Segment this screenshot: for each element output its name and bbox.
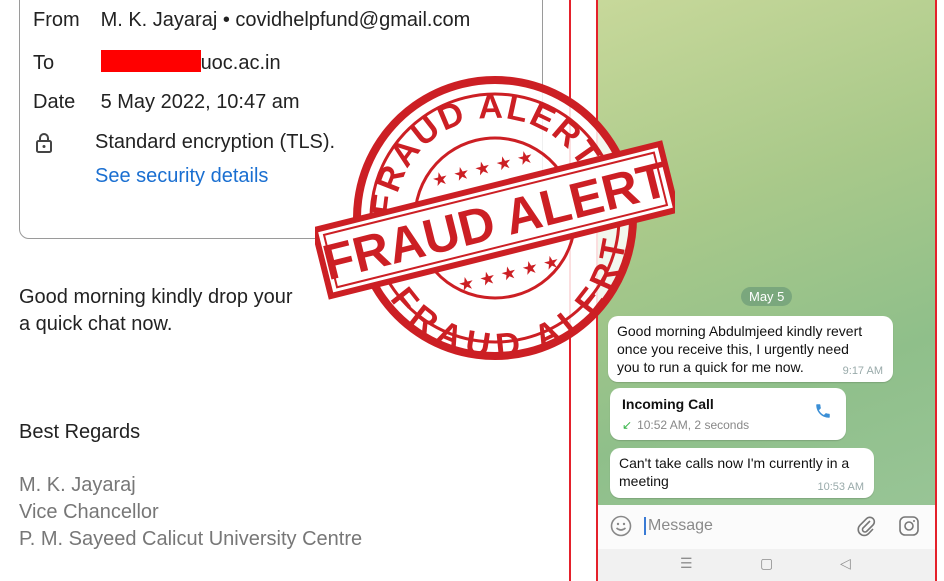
emoji-icon[interactable]	[610, 515, 632, 537]
from-value[interactable]: M. K. Jayaraj • covidhelpfund@gmail.com	[101, 9, 471, 31]
redaction-block	[100, 50, 201, 72]
lock-icon	[36, 133, 52, 153]
regards-text: Best Regards	[19, 421, 141, 443]
from-row: From M. K. Jayaraj • covidhelpfund@gmail…	[33, 9, 470, 32]
security-details-link[interactable]: See security details	[95, 165, 268, 188]
from-label: From	[33, 9, 80, 31]
date-chip: May 5	[741, 287, 793, 306]
signature-name: M. K. Jayaraj	[19, 474, 136, 496]
home-button[interactable]: ▢	[760, 555, 773, 572]
message-input-bar: Message	[598, 505, 935, 549]
body-line-1: Good morning kindly drop your	[19, 286, 293, 308]
phone-border-right	[935, 0, 937, 581]
camera-icon[interactable]	[898, 515, 920, 537]
date-label: Date	[33, 91, 76, 113]
signature-org: P. M. Sayeed Calicut University Centre	[19, 528, 363, 550]
recents-button[interactable]: ☰	[680, 555, 693, 572]
phone-icon[interactable]	[814, 402, 832, 420]
message-input[interactable]: Message	[644, 517, 713, 535]
call-detail: 10:52 AM, 2 seconds	[637, 418, 750, 432]
chat-message-3[interactable]: Can't take calls now I'm currently in a …	[610, 448, 874, 498]
incoming-call-message[interactable]: Incoming Call ↙ 10:52 AM, 2 seconds	[610, 388, 846, 440]
to-row: To uoc.ac.in	[33, 50, 281, 75]
date-value: 5 May 2022, 10:47 am	[100, 91, 300, 113]
message-line: meeting	[619, 473, 669, 489]
system-nav-bar: ☰ ▢ ◁	[598, 549, 935, 581]
to-label: To	[33, 52, 55, 74]
to-value[interactable]: uoc.ac.in	[201, 52, 281, 74]
message-line: Can't take calls now I'm currently in a	[619, 455, 850, 471]
message-time: 10:53 AM	[817, 481, 864, 493]
call-subtitle: ↙ 10:52 AM, 2 seconds	[622, 418, 749, 432]
message-text: Can't take calls now I'm currently in a …	[619, 454, 849, 490]
signature-title: Vice Chancellor	[19, 501, 159, 523]
fraud-alert-stamp: FRAUD ALERT FRAUD ALERT ★ ★ ★ ★ ★ ★ ★ ★ …	[315, 68, 675, 368]
encryption-text: Standard encryption (TLS).	[95, 131, 336, 153]
message-time: 9:17 AM	[842, 365, 883, 377]
date-row: Date 5 May 2022, 10:47 am	[33, 91, 300, 114]
body-line-2: a quick chat now.	[19, 313, 173, 335]
attach-icon[interactable]	[856, 515, 876, 537]
incoming-arrow-icon: ↙	[622, 418, 633, 432]
back-button[interactable]: ◁	[840, 555, 851, 572]
call-title: Incoming Call	[622, 396, 714, 412]
